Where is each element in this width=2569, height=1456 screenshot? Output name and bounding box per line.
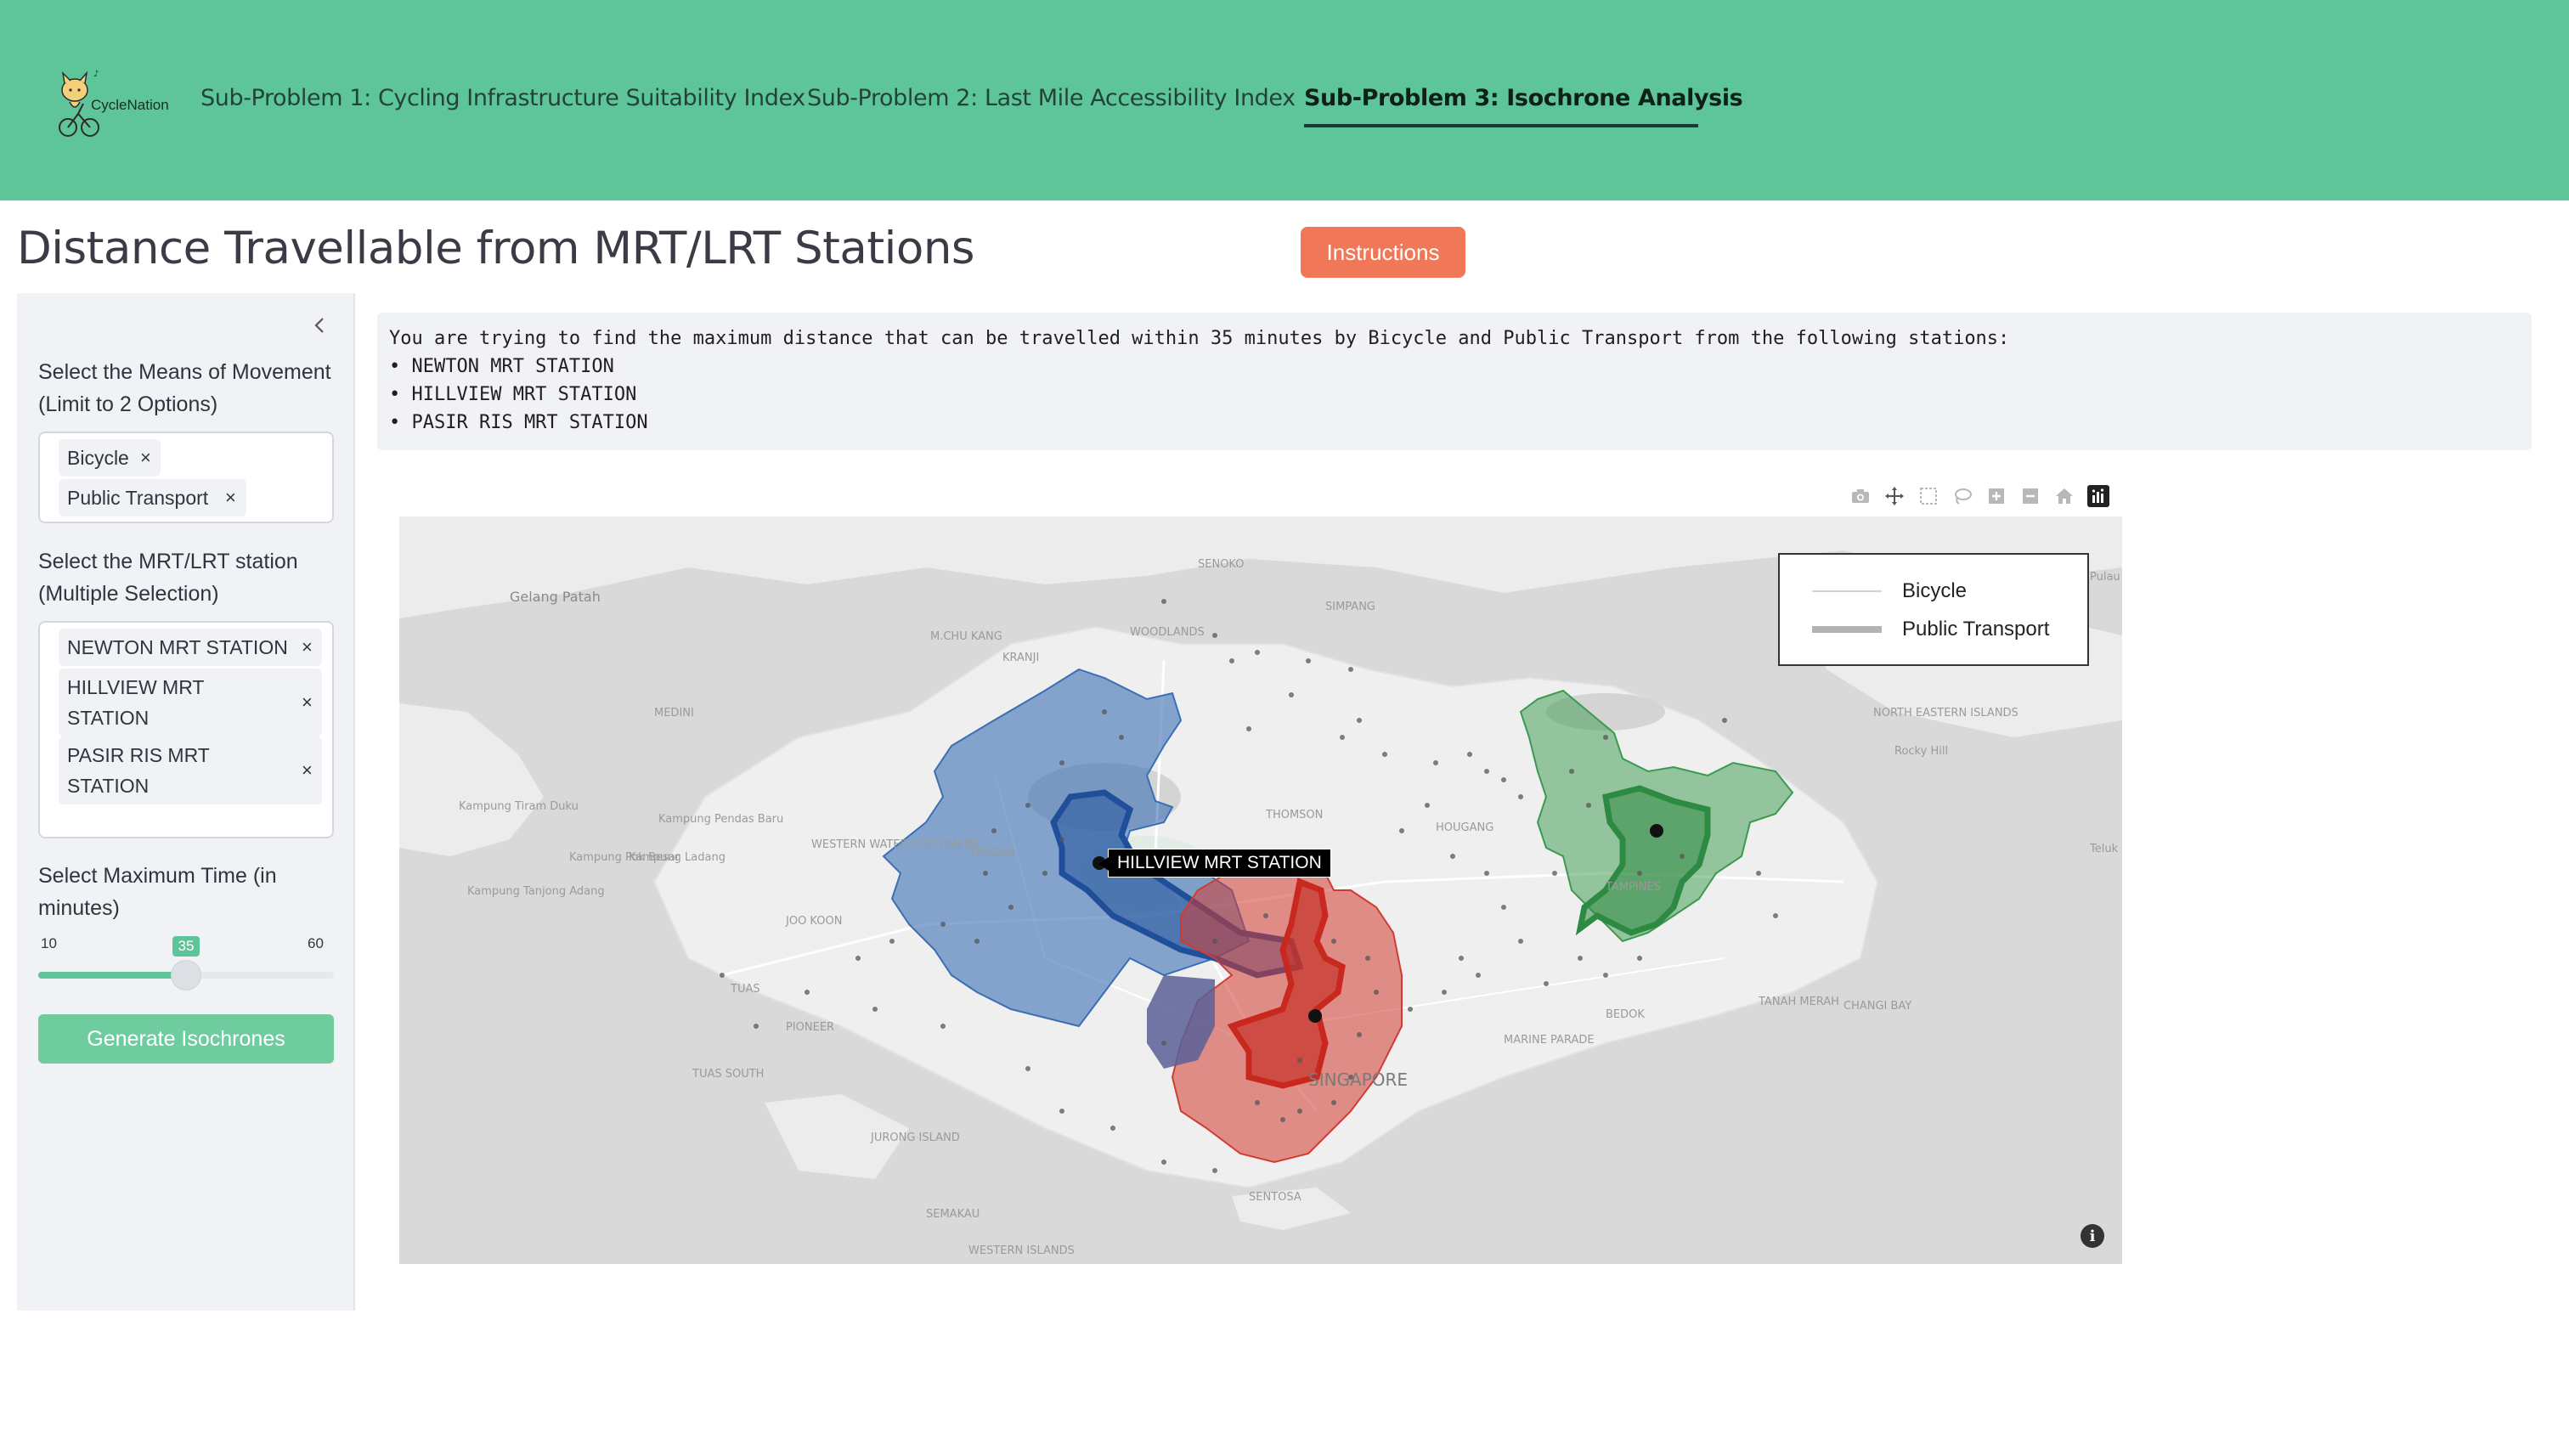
place-label: TENGAH [968,847,1015,860]
place-label: Pulau Sur [2090,571,2122,584]
station-marker-pasir-ris[interactable] [1650,824,1663,838]
place-label: Teluk [2089,843,2119,855]
place-label: SENOKO [1198,558,1244,571]
chip-label: Bicycle [67,447,129,469]
station-multiselect[interactable]: NEWTON MRT STATION × HILLVIEW MRT STATIO… [38,621,334,838]
instruction-text-box: You are trying to find the maximum dista… [377,313,2532,450]
place-label: Gelang Patah [510,589,601,605]
movement-multiselect[interactable]: Bicycle × Public Transport × [38,432,334,523]
movement-chip-bicycle: Bicycle × [59,439,161,477]
place-label: TUAS SOUTH [692,1068,764,1081]
place-label: Rocky Hill [1894,745,1948,758]
place-label: JOO KOON [785,915,842,928]
place-label: NORTH EASTERN ISLANDS [1873,707,2019,720]
station-chip: PASIR RIS MRT STATION × [59,736,322,804]
station-chip: NEWTON MRT STATION × [59,629,322,666]
place-label: WESTERN ISLANDS [968,1244,1075,1257]
instructions-button[interactable]: Instructions [1301,227,1465,278]
zoom-out-icon[interactable] [2013,483,2047,510]
active-nav-underline [1304,124,1698,127]
lasso-icon[interactable] [1945,483,1979,510]
place-label: TAMPINES [1605,881,1661,894]
place-label: HOUGANG [1436,821,1493,834]
place-label: TUAS [730,983,760,996]
nav-sub-problem-3[interactable]: Sub-Problem 3: Isochrone Analysis [1304,85,1743,111]
brand-name: CycleNation [91,97,169,113]
place-label: JURONG ISLAND [870,1132,960,1144]
chip-label: HILLVIEW MRT STATION [67,676,205,729]
legend-item-public-transport[interactable]: Public Transport [1812,617,2049,642]
slider-value-badge: 35 [172,936,200,957]
map-attribution-info-icon[interactable]: i [2081,1224,2104,1248]
info-line: • PASIR RIS MRT STATION [389,412,648,433]
place-label: Kampung Pendas Baru [658,813,783,826]
svg-text:♪: ♪ [93,70,99,79]
info-line: You are trying to find the maximum dista… [389,328,2010,349]
station-marker-newton[interactable] [1308,1009,1322,1023]
plotly-logo-icon[interactable] [2081,483,2115,510]
legend-line-thick [1812,626,1882,633]
remove-chip-icon[interactable]: × [302,755,313,786]
place-label: KRANJI [1002,652,1039,664]
place-label: MEDINI [654,707,694,720]
generate-isochrones-button[interactable]: Generate Isochrones [38,1014,334,1064]
remove-chip-icon[interactable]: × [302,687,313,718]
info-line: • NEWTON MRT STATION [389,356,614,377]
legend-line-thin [1812,590,1882,592]
chip-label: Public Transport [67,487,209,509]
info-line: • HILLVIEW MRT STATION [389,384,637,405]
place-label: MARINE PARADE [1504,1034,1595,1047]
place-label: PIONEER [786,1021,834,1034]
nav-sub-problem-2[interactable]: Sub-Problem 2: Last Mile Accessibility I… [807,85,1296,111]
place-label: Kampung Tanjong Adang [467,885,605,898]
zoom-in-icon[interactable] [1979,483,2013,510]
place-label: SINGAPORE [1308,1069,1408,1090]
remove-chip-icon[interactable]: × [225,483,236,513]
pan-icon[interactable] [1877,483,1911,510]
place-label: Kampung Ladang [629,851,726,864]
chip-label: PASIR RIS MRT STATION [67,744,210,797]
legend-item-bicycle[interactable]: Bicycle [1812,578,1967,604]
place-label: M.CHU KANG [930,630,1002,643]
time-slider-label: Select Maximum Time (in minutes) [38,864,277,920]
place-label: SIMPANG [1325,601,1375,613]
place-label: SEMAKAU [926,1208,980,1221]
slider-fill [38,972,186,979]
remove-chip-icon[interactable]: × [140,443,151,473]
place-label: THOMSON [1265,809,1323,821]
camera-icon[interactable] [1843,483,1877,510]
box-select-icon[interactable] [1911,483,1945,510]
map-modebar [1843,483,2115,510]
legend-label: Bicycle [1902,579,1968,602]
chip-label: NEWTON MRT STATION [67,636,288,658]
nav-sub-problem-1[interactable]: Sub-Problem 1: Cycling Infrastructure Su… [200,85,805,111]
slider-max-label: 60 [308,935,324,951]
time-slider[interactable] [38,960,334,990]
station-hover-tooltip: HILLVIEW MRT STATION [1098,849,1331,878]
home-icon[interactable] [2047,483,2081,510]
place-label: SENTOSA [1249,1191,1301,1204]
movement-chip-public-transport: Public Transport × [59,479,246,516]
place-label: TANAH MERAH [1758,996,1839,1008]
place-label: WOODLANDS [1130,626,1205,639]
place-label: WESTERN WATER CATCHMENT [811,838,980,851]
slider-min-label: 10 [41,935,57,951]
movement-select-label: Select the Means of Movement (Limit to 2… [38,360,331,416]
top-nav-bar: ♪ CycleNation Sub-Problem 1: Cycling Inf… [0,0,2569,200]
station-select-label: Select the MRT/LRT station (Multiple Sel… [38,550,298,606]
slider-thumb[interactable] [171,960,201,990]
legend-label: Public Transport [1902,618,2050,641]
map-legend: Bicycle Public Transport [1778,553,2089,666]
place-label: Kampung Tiram Duku [459,800,579,813]
remove-chip-icon[interactable]: × [302,632,313,663]
place-label: CHANGI BAY [1843,1000,1911,1013]
chevron-left-icon[interactable] [302,308,336,342]
page-title: Distance Travellable from MRT/LRT Statio… [17,223,975,274]
sidebar: Select the Means of Movement (Limit to 2… [17,293,355,1311]
place-label: BEDOK [1606,1008,1645,1021]
station-chip: HILLVIEW MRT STATION × [59,669,322,736]
